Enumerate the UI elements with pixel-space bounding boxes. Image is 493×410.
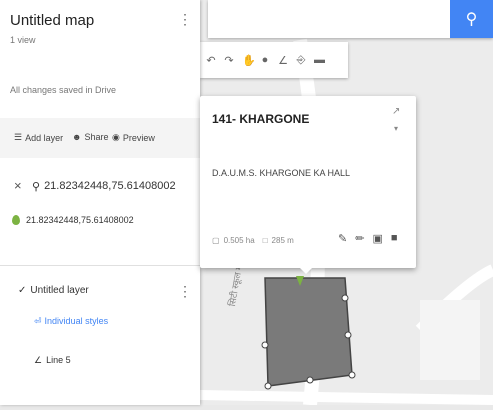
layer-item[interactable]: ∠ Line 5 — [34, 355, 71, 366]
views-count: 1 view — [10, 35, 36, 45]
polygon-shape[interactable] — [264, 277, 353, 387]
left-panel: Untitled map 1 view ⋮ All changes saved … — [0, 0, 200, 405]
layers-icon: ☰ — [14, 132, 23, 142]
share-icon: ☻ — [72, 132, 82, 142]
line-icon: ∠ — [34, 355, 43, 365]
card-actions: ✎ ✏ ▣ ■ — [338, 232, 398, 245]
add-layer-button[interactable]: ☰ Add layer — [14, 132, 63, 143]
perimeter-icon: □ — [262, 236, 268, 245]
undo-icon[interactable]: ↶ — [206, 54, 216, 67]
paint-icon[interactable]: ✎ — [338, 232, 347, 245]
card-pointer — [298, 266, 314, 274]
area-info: ▢ 0.505 ha □ 285 m — [212, 236, 294, 245]
route-icon[interactable]: ⎆ — [296, 54, 306, 67]
search-result-pin[interactable]: 21.82342448,75.61408002 — [26, 215, 134, 225]
map-title[interactable]: Untitled map — [10, 12, 94, 29]
ruler-icon[interactable]: ▬ — [314, 54, 325, 66]
layer-row[interactable]: ✓ Untitled layer — [18, 285, 89, 296]
paint-roller-icon: ⏎ — [34, 316, 42, 326]
card-title: 141- KHARGONE — [212, 112, 310, 126]
search-button[interactable]: ⚲ — [450, 0, 493, 38]
chevron-down-icon[interactable]: ▾ — [394, 124, 398, 133]
checkbox-icon[interactable]: ✓ — [18, 285, 26, 296]
preview-button[interactable]: ◉ Preview — [112, 132, 155, 143]
delete-icon[interactable]: ■ — [391, 232, 398, 245]
road — [199, 390, 493, 405]
redo-icon[interactable]: ↷ — [224, 54, 234, 67]
divider — [0, 265, 200, 266]
edit-icon[interactable]: ✏ — [355, 232, 364, 245]
close-icon[interactable]: × — [14, 178, 22, 193]
building — [420, 300, 480, 380]
hand-icon[interactable]: ✋ — [242, 54, 256, 67]
style-link[interactable]: ⏎ Individual styles — [34, 316, 108, 327]
search-icon: ⚲ — [465, 11, 478, 28]
area-icon: ▢ — [212, 236, 220, 245]
actions-bar: ☰ Add layer ☻ Share ◉ Preview — [0, 118, 200, 158]
feature-info-card: 141- KHARGONE ↗ ▾ D.A.U.M.S. KHARGONE KA… — [200, 96, 416, 268]
line-icon[interactable]: ∠ — [278, 54, 288, 67]
card-description: D.A.U.M.S. KHARGONE KA HALL — [212, 168, 351, 178]
marker-icon[interactable]: ● — [260, 54, 270, 66]
map-toolbar: ↶ ↷ ✋ ● ∠ ⎆ ▬ — [200, 42, 348, 78]
search-result-row[interactable]: ⚲ 21.82342448,75.61408002 — [32, 180, 176, 193]
preview-icon: ◉ — [112, 132, 120, 142]
search-icon: ⚲ — [32, 181, 41, 193]
pin-icon — [12, 215, 20, 225]
expand-icon[interactable]: ↗ — [392, 106, 400, 117]
layer-options-icon[interactable]: ⋮ — [178, 284, 192, 298]
more-options-icon[interactable]: ⋮ — [178, 12, 192, 26]
share-button[interactable]: ☻ Share — [72, 132, 109, 142]
save-status: All changes saved in Drive — [10, 85, 117, 95]
camera-icon[interactable]: ▣ — [372, 232, 382, 245]
